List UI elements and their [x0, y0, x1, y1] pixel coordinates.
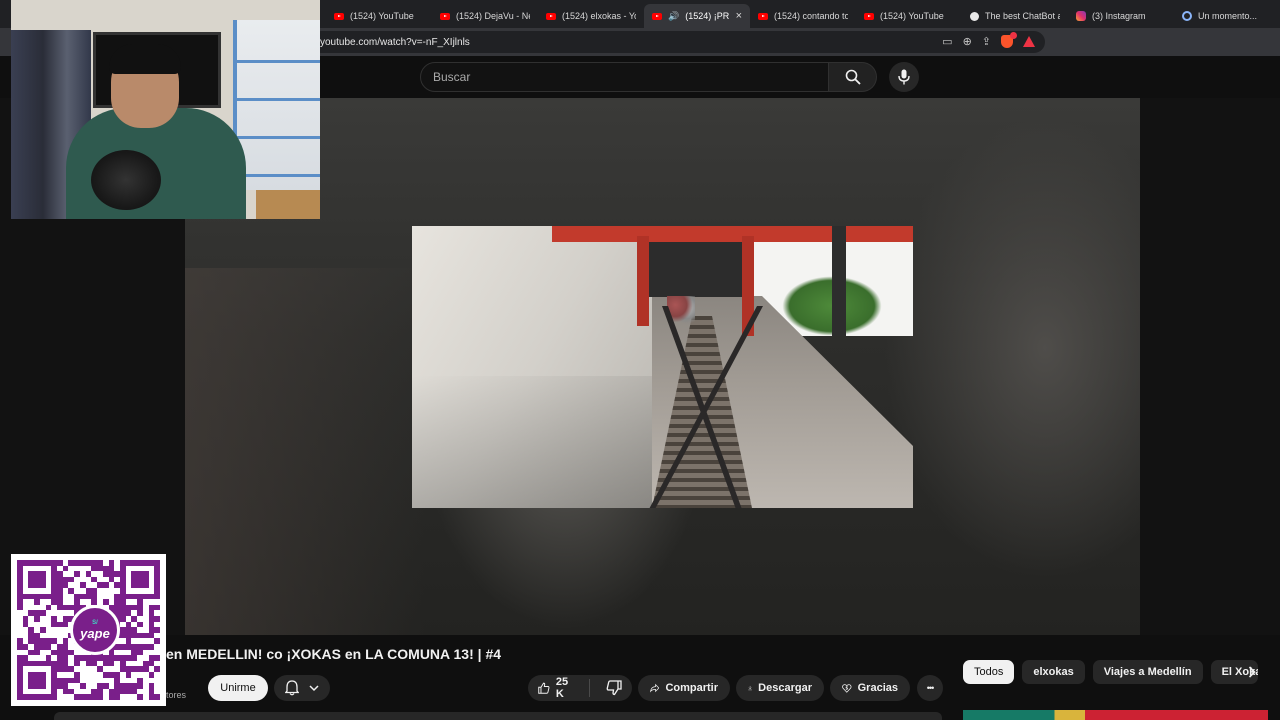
chips-next-button[interactable] [1240, 660, 1264, 684]
super-thanks-icon: $ [842, 684, 852, 693]
dislike-button[interactable] [596, 675, 632, 701]
youtube-icon [864, 12, 874, 20]
tab-label: (1524) elxokas - You [562, 11, 636, 21]
brave-shield-icon[interactable] [1001, 32, 1017, 48]
yape-logo: S/ yape [70, 605, 120, 655]
browser-tab-1[interactable]: (1524) YouTube [326, 4, 432, 28]
browser-tab-8[interactable]: (3) Instagram [1068, 4, 1174, 28]
webcam-overlay [11, 0, 320, 219]
search-icon [845, 69, 861, 85]
download-button[interactable]: Descargar [736, 675, 824, 701]
share-label: Compartir [665, 682, 718, 694]
chip-elxokas[interactable]: elxokas [1022, 660, 1085, 684]
thumbs-up-icon [538, 682, 550, 694]
youtube-icon [652, 12, 662, 20]
thanks-label: Gracias [857, 682, 898, 694]
join-button[interactable]: Unirme [208, 675, 268, 701]
player-margin-right [1140, 98, 1280, 635]
screen: (1524) YouTube (1524) DejaVu - Ne (1524)… [0, 0, 1280, 720]
video-title: en MEDELLIN! co ¡XOKAS en LA COMUNA 13! … [166, 646, 502, 662]
tab-label: (1524) YouTube [880, 11, 944, 21]
thanks-button[interactable]: $ Gracias [830, 675, 910, 701]
share-arrow-icon [650, 683, 660, 693]
share-icon[interactable]: ⇪ [982, 35, 991, 48]
address-bar[interactable]: youtube.com/watch?v=-nF_XIjlnls ▭ ⊕ ⇪ [310, 31, 1045, 53]
tab-label: (1524) ¡PRIM [685, 11, 730, 21]
microphone-icon [898, 69, 910, 85]
chip-todos[interactable]: Todos [963, 660, 1015, 684]
tab-label: Un momento... [1198, 11, 1258, 21]
tab-label: The best ChatBot ar [985, 11, 1060, 21]
browser-tab-7[interactable]: The best ChatBot ar [962, 4, 1068, 28]
notification-bell-button[interactable] [274, 675, 330, 701]
chevron-down-icon [309, 685, 319, 692]
youtube-icon [334, 12, 344, 20]
yape-qr-code: S/ yape [11, 554, 166, 706]
thumbs-down-icon [606, 680, 622, 696]
bell-icon [285, 680, 299, 696]
close-tab-icon[interactable]: × [736, 10, 742, 22]
like-dislike-group: 25 K [528, 675, 632, 701]
chevron-right-icon [1248, 666, 1256, 678]
tab-label: (1524) YouTube [350, 11, 414, 21]
instagram-icon [1076, 11, 1086, 21]
recommended-video-thumbnail[interactable] [963, 710, 1268, 720]
youtube-icon [546, 12, 556, 20]
tab-label: (1524) contando to [774, 11, 848, 21]
youtube-icon [440, 12, 450, 20]
browser-tab-6[interactable]: (1524) YouTube [856, 4, 962, 28]
tab-label: (3) Instagram [1092, 11, 1146, 21]
tab-label: (1524) DejaVu - Ne [456, 11, 530, 21]
search-button[interactable] [829, 62, 877, 92]
download-icon [748, 685, 752, 691]
description-box[interactable] [54, 712, 942, 720]
cast-icon[interactable]: ▭ [942, 35, 952, 48]
search-input[interactable]: Buscar [420, 62, 829, 92]
related-filter-chips: Todos elxokas Viajes a Medellín El Xoka [963, 660, 1258, 684]
zoom-icon[interactable]: ⊕ [963, 35, 972, 48]
like-count: 25 K [555, 676, 569, 700]
loading-icon [1182, 11, 1192, 21]
browser-tab-active[interactable]: 🔊 (1524) ¡PRIM × [644, 4, 750, 28]
browser-tab-9[interactable]: Un momento... [1174, 4, 1280, 28]
chatbot-icon [970, 11, 979, 21]
speaker-icon[interactable]: 🔊 [668, 11, 679, 22]
brave-rewards-icon[interactable] [1023, 36, 1035, 47]
escalator-photo [412, 226, 913, 508]
browser-tab-3[interactable]: (1524) elxokas - You [538, 4, 644, 28]
more-actions-button[interactable]: ••• [917, 675, 943, 701]
browser-tab-2[interactable]: (1524) DejaVu - Ne [432, 4, 538, 28]
chip-viajes-medellin[interactable]: Viajes a Medellín [1092, 660, 1203, 684]
voice-search-button[interactable] [889, 62, 919, 92]
svg-text:$: $ [845, 686, 848, 691]
url-text: youtube.com/watch?v=-nF_XIjlnls [320, 36, 470, 48]
like-button[interactable]: 25 K [528, 675, 583, 701]
browser-tab-5[interactable]: (1524) contando to [750, 4, 856, 28]
share-button[interactable]: Compartir [638, 675, 730, 701]
youtube-icon [758, 12, 768, 20]
download-label: Descargar [758, 682, 812, 694]
more-icon: ••• [926, 683, 935, 693]
subscriber-count: tores [166, 690, 187, 700]
